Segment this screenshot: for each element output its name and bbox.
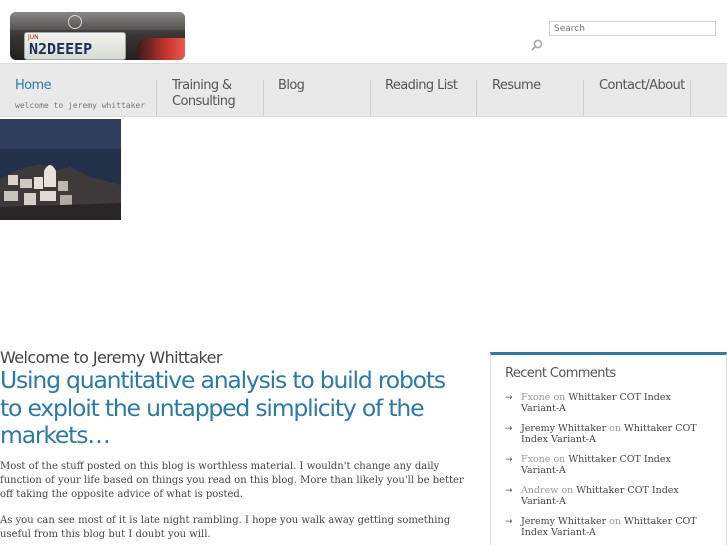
recent-comments-widget: Recent Comments → Fxone on Whittaker COT… bbox=[490, 352, 727, 545]
search-input[interactable] bbox=[549, 21, 716, 36]
recent-comments-title: Recent Comments bbox=[505, 366, 616, 381]
list-item: → Andrew on Whittaker COT Index Variant-… bbox=[505, 485, 711, 507]
on-word: on bbox=[609, 516, 622, 527]
arrow-right-icon: → bbox=[505, 486, 513, 496]
search-icon[interactable] bbox=[531, 39, 543, 51]
nav-divider bbox=[370, 80, 371, 116]
comment-author: Jeremy Whittaker bbox=[521, 516, 607, 527]
on-word: on bbox=[553, 392, 566, 403]
arrow-right-icon: → bbox=[505, 393, 513, 403]
list-item: → Fxone on Whittaker COT Index Variant-A bbox=[505, 392, 711, 414]
car-roof bbox=[10, 12, 185, 30]
intro-paragraph: Most of the stuff posted on this blog is… bbox=[0, 461, 464, 500]
nav-divider bbox=[476, 80, 477, 116]
nav-item-contact[interactable]: Contact/About bbox=[599, 78, 685, 94]
main-nav: Home welcome to jeremy whittaker Trainin… bbox=[0, 63, 727, 117]
arrow-right-icon: → bbox=[505, 424, 513, 434]
arrow-right-icon: → bbox=[505, 517, 513, 527]
comment-author[interactable]: Fxone bbox=[521, 454, 550, 465]
nav-item-reading-list[interactable]: Reading List bbox=[385, 78, 458, 94]
list-item: → Fxone on Whittaker COT Index Variant-A bbox=[505, 454, 711, 476]
nav-divider bbox=[583, 80, 584, 116]
nav-item-training[interactable]: Training & Consulting bbox=[172, 78, 236, 110]
tail-light bbox=[137, 38, 185, 60]
nav-item-blog[interactable]: Blog bbox=[278, 78, 305, 94]
comment-author: Jeremy Whittaker bbox=[521, 423, 607, 434]
car-emblem-icon bbox=[68, 15, 82, 29]
comment-author[interactable]: Fxone bbox=[521, 392, 550, 403]
on-word: on bbox=[609, 423, 622, 434]
site-logo[interactable]: JUN N2DEEEP bbox=[10, 12, 185, 60]
plate-text: N2DEEEP bbox=[29, 40, 93, 58]
page-title: Welcome to Jeremy Whittaker bbox=[0, 348, 222, 367]
nav-divider bbox=[263, 80, 264, 116]
on-word: on bbox=[553, 454, 566, 465]
hero-image bbox=[0, 119, 121, 220]
nav-item-home[interactable]: Home bbox=[15, 78, 52, 94]
on-word: on bbox=[561, 485, 574, 496]
nav-item-resume[interactable]: Resume bbox=[492, 78, 541, 94]
nav-home-subtitle: welcome to jeremy whittaker bbox=[15, 101, 146, 110]
license-plate: JUN N2DEEEP bbox=[24, 32, 126, 60]
site-tagline: Using quantitative analysis to build rob… bbox=[0, 366, 446, 449]
nav-divider bbox=[156, 80, 157, 116]
list-item: → Jeremy Whittaker on Whittaker COT Inde… bbox=[505, 423, 711, 445]
list-item: → Jeremy Whittaker on Whittaker COT Inde… bbox=[505, 516, 711, 538]
intro-paragraph: As you can see most of it is late night … bbox=[0, 515, 451, 540]
comment-author[interactable]: Andrew bbox=[521, 485, 558, 496]
nav-divider bbox=[690, 80, 691, 116]
arrow-right-icon: → bbox=[505, 455, 513, 465]
